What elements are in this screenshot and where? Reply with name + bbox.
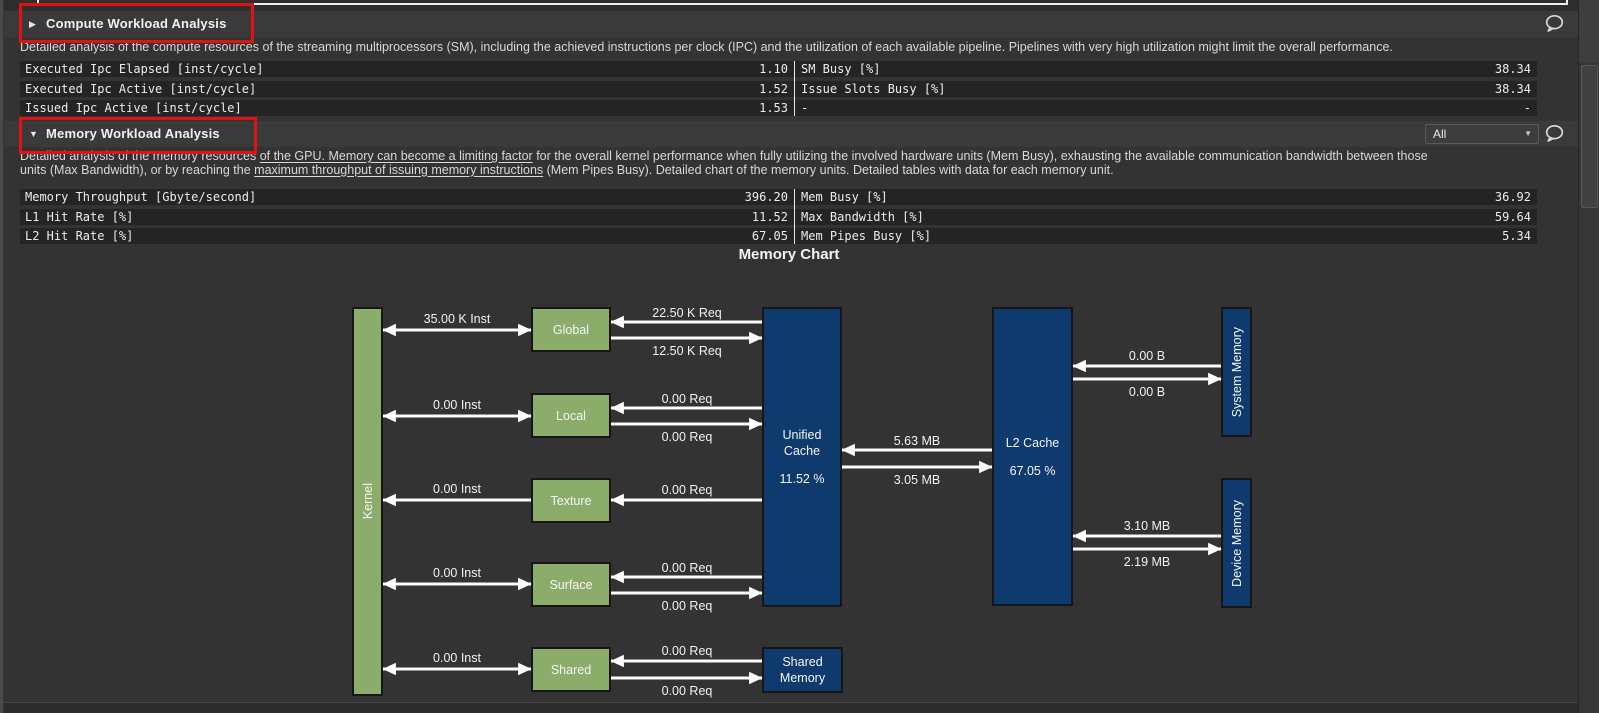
table-row[interactable]: L2 Hit Rate [%] 67.05 Mem Pipes Busy [%] 5… — [20, 228, 1537, 244]
node-global: Global — [531, 307, 611, 352]
vertical-scrollbar-upper-segment — [1579, 0, 1599, 63]
flow-label: 0.00 Inst — [433, 482, 481, 496]
metric-name: Max Bandwidth [%] — [801, 209, 924, 225]
flow-label: 0.00 B — [1129, 349, 1165, 363]
flow-label: 0.00 Req — [662, 392, 713, 406]
flow-label: 5.63 MB — [894, 434, 941, 448]
table-column-divider — [794, 61, 795, 116]
section-title: Memory Workload Analysis — [46, 126, 220, 141]
node-label: Unified Cache — [764, 427, 840, 459]
flow-label: 3.05 MB — [894, 473, 941, 487]
metric-value: 396.20 — [745, 189, 788, 205]
nsight-compute-details-page: ▶ Compute Workload Analysis Detailed ana… — [0, 0, 1599, 713]
table-column-divider — [794, 189, 795, 244]
metric-value: 38.34 — [1495, 61, 1531, 77]
metric-name: Issue Slots Busy [%] — [801, 81, 946, 97]
remnant-right-border — [1566, 0, 1568, 5]
metric-name: - — [801, 100, 808, 116]
table-row[interactable]: Issued Ipc Active [inst/cycle] 1.53 - - — [20, 100, 1537, 116]
section-header-memory-workload[interactable]: ▼ Memory Workload Analysis — [4, 121, 1578, 147]
hit-rate-value: 11.52 % — [780, 471, 825, 487]
remnant-left-border — [37, 0, 39, 5]
metric-name: Executed Ipc Elapsed [inst/cycle] — [25, 61, 263, 77]
metric-value: 38.34 — [1495, 81, 1531, 97]
metric-name: L2 Hit Rate [%] — [25, 228, 133, 244]
flow-label: 0.00 B — [1129, 385, 1165, 399]
remnant-bottom-border — [37, 3, 1568, 5]
vertical-scrollbar-thumb[interactable] — [1581, 65, 1598, 208]
metric-value: 67.05 — [752, 228, 788, 244]
metric-value: 1.52 — [759, 81, 788, 97]
description-line-2: units (Max Bandwidth), or by reaching th… — [20, 164, 1428, 178]
flow-label: 2.19 MB — [1124, 555, 1171, 569]
node-shared: Shared — [531, 647, 611, 692]
table-row[interactable]: L1 Hit Rate [%] 11.52 Max Bandwidth [%] 59… — [20, 209, 1537, 225]
metric-name: SM Busy [%] — [801, 61, 880, 77]
metric-value: 5.34 — [1502, 228, 1531, 244]
node-texture: Texture — [531, 478, 611, 523]
table-row[interactable]: Memory Throughput [Gbyte/second] 396.20 M… — [20, 189, 1537, 205]
compute-section-description: Detailed analysis of the compute resourc… — [20, 41, 1393, 55]
table-row[interactable]: Executed Ipc Active [inst/cycle] 1.52 Iss… — [20, 81, 1537, 97]
flow-label: 0.00 Inst — [433, 651, 481, 665]
collapse-arrow-icon[interactable]: ▼ — [29, 129, 38, 139]
flow-label: 0.00 Req — [662, 430, 713, 444]
flow-label: 0.00 Req — [662, 483, 713, 497]
chevron-down-icon: ▼ — [1524, 130, 1532, 138]
node-kernel: Kernel — [352, 307, 383, 696]
comment-button[interactable] — [1544, 14, 1568, 34]
table-row[interactable]: Executed Ipc Elapsed [inst/cycle] 1.10 SM… — [20, 61, 1537, 77]
comment-button[interactable] — [1544, 124, 1568, 144]
memory-section-description: Detailed analysis of the memory resource… — [20, 150, 1428, 177]
metric-name: Memory Throughput [Gbyte/second] — [25, 189, 256, 205]
metric-value: 11.52 — [752, 209, 788, 225]
flow-label: 0.00 Req — [662, 561, 713, 575]
node-shared-memory: Shared Memory — [762, 647, 843, 693]
flow-label: 12.50 K Req — [652, 344, 722, 358]
metric-value: 1.53 — [759, 100, 788, 116]
flow-label: 22.50 K Req — [652, 306, 722, 320]
metric-name: Executed Ipc Active [inst/cycle] — [25, 81, 256, 97]
comment-bubble-icon — [1544, 14, 1565, 33]
metric-value: 1.10 — [759, 61, 788, 77]
memory-unit-filter-dropdown[interactable]: All ▼ — [1425, 124, 1539, 144]
metric-name: L1 Hit Rate [%] — [25, 209, 133, 225]
node-device-memory: Device Memory — [1221, 478, 1252, 608]
metric-name: Issued Ipc Active [inst/cycle] — [25, 100, 242, 116]
memory-chart-title: Memory Chart — [0, 246, 1578, 263]
metric-name: Mem Pipes Busy [%] — [801, 228, 931, 244]
flow-label: 35.00 K Inst — [424, 312, 491, 326]
flow-label: 0.00 Inst — [433, 398, 481, 412]
comment-bubble-icon — [1544, 124, 1565, 143]
metric-value: - — [1524, 100, 1531, 116]
node-surface: Surface — [531, 562, 611, 607]
previous-section-remnant — [4, 0, 1578, 11]
horizontal-scrollbar-track[interactable] — [4, 702, 1578, 713]
dropdown-selected-value: All — [1433, 125, 1446, 143]
flow-label: 0.00 Req — [662, 644, 713, 658]
node-l2-cache: L2 Cache 67.05 % — [992, 307, 1073, 606]
left-edge-border — [0, 0, 3, 713]
metric-name: Mem Busy [%] — [801, 189, 888, 205]
section-title: Compute Workload Analysis — [46, 16, 227, 31]
node-unified-cache: Unified Cache 11.52 % — [762, 307, 842, 607]
node-local: Local — [531, 393, 611, 438]
section-header-compute-workload[interactable]: ▶ Compute Workload Analysis — [4, 11, 1578, 37]
flow-label: 0.00 Req — [662, 599, 713, 613]
flow-label: 0.00 Inst — [433, 566, 481, 580]
metric-value: 36.92 — [1495, 189, 1531, 205]
node-system-memory: System Memory — [1221, 307, 1252, 437]
collapse-arrow-icon[interactable]: ▶ — [29, 19, 36, 29]
flow-label: 0.00 Req — [662, 684, 713, 698]
description-line-1: Detailed analysis of the memory resource… — [20, 150, 1428, 164]
metric-value: 59.64 — [1495, 209, 1531, 225]
hit-rate-value: 67.05 % — [1010, 463, 1056, 479]
flow-label: 3.10 MB — [1124, 519, 1171, 533]
node-label: L2 Cache — [1006, 435, 1060, 451]
